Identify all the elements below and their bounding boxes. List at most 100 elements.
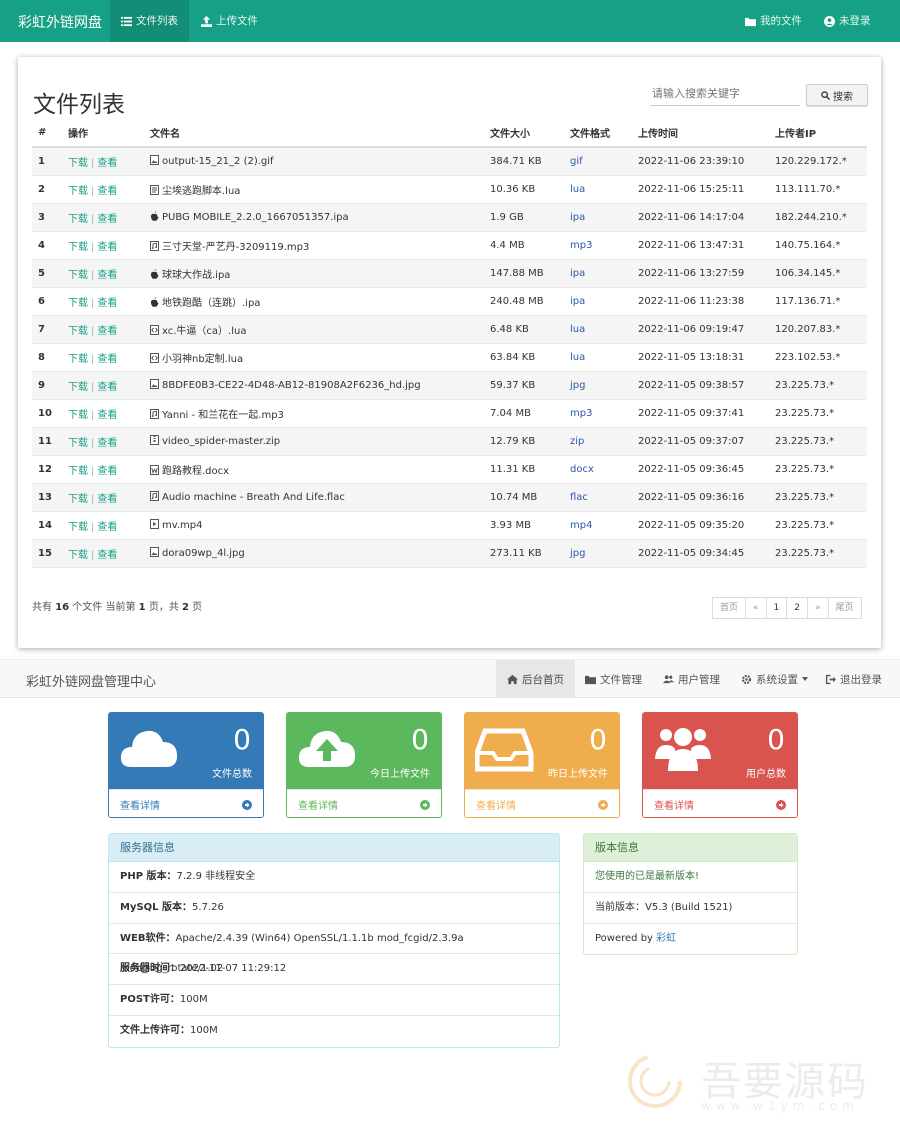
nav-file-list[interactable]: 文件列表 (110, 0, 189, 42)
row-format[interactable]: zip (564, 427, 632, 456)
download-link[interactable]: 下载 (68, 410, 88, 421)
row-format[interactable]: mp4 (564, 511, 632, 540)
download-link[interactable]: 下载 (68, 466, 88, 477)
admin-nav-files-label: 文件管理 (600, 673, 642, 686)
row-actions: 下载 | 查看 (62, 427, 144, 456)
row-format[interactable]: ipa (564, 259, 632, 288)
view-link[interactable]: 查看 (97, 410, 117, 421)
row-format[interactable]: lua (564, 343, 632, 372)
row-format[interactable]: ipa (564, 287, 632, 316)
apple-icon (150, 211, 159, 221)
row-filename: output-15_21_2 (2).gif (144, 147, 484, 176)
view-link[interactable]: 查看 (97, 242, 117, 253)
table-row: 13 下载 | 查看 Audio machine - Breath And Life.f… (32, 483, 867, 512)
search-button-label: 搜索 (833, 91, 853, 103)
view-link[interactable]: 查看 (97, 466, 117, 477)
row-format[interactable]: jpg (564, 539, 632, 568)
table-row: 11 下载 | 查看 video_spider-master.zip 12.79 KB zi… (32, 427, 867, 456)
admin-nav-logout[interactable]: 退出登录 (814, 660, 893, 698)
col-filesize: 文件大小 (484, 119, 564, 148)
view-link[interactable]: 查看 (97, 550, 117, 561)
row-format[interactable]: ipa (564, 203, 632, 232)
view-link[interactable]: 查看 (97, 214, 117, 225)
download-link[interactable]: 下载 (68, 158, 88, 169)
action-separator: | (91, 213, 95, 225)
view-link[interactable]: 查看 (97, 270, 117, 281)
download-link[interactable]: 下载 (68, 270, 88, 281)
action-separator: | (91, 297, 95, 309)
admin-brand[interactable]: 彩虹外链网盘管理中心 (26, 671, 156, 690)
pager-next[interactable]: » (807, 597, 829, 619)
row-format[interactable]: mp3 (564, 231, 632, 260)
view-link[interactable]: 查看 (97, 158, 117, 169)
server-info-row: POST许可：100M (109, 985, 559, 1016)
row-index: 14 (32, 511, 62, 540)
download-link[interactable]: 下载 (68, 214, 88, 225)
download-link[interactable]: 下载 (68, 298, 88, 309)
row-format[interactable]: flac (564, 483, 632, 512)
logout-icon (825, 674, 836, 684)
row-format[interactable]: docx (564, 455, 632, 484)
row-filename: dora09wp_4l.jpg (144, 539, 484, 568)
stat-detail-link[interactable]: 查看详情 (465, 789, 619, 817)
powered-by-link[interactable]: 彩虹 (656, 933, 676, 944)
download-link[interactable]: 下载 (68, 550, 88, 561)
download-link[interactable]: 下载 (68, 494, 88, 505)
admin-nav-home[interactable]: 后台首页 (496, 660, 575, 698)
download-link[interactable]: 下载 (68, 354, 88, 365)
download-link[interactable]: 下载 (68, 242, 88, 253)
view-link[interactable]: 查看 (97, 382, 117, 393)
download-link[interactable]: 下载 (68, 326, 88, 337)
row-format[interactable]: jpg (564, 371, 632, 400)
table-row: 2 下载 | 查看 尘埃逃跑脚本.lua 10.36 KB lua 2022-11-06 15… (32, 175, 867, 204)
row-format[interactable]: lua (564, 175, 632, 204)
nav-my-files[interactable]: 我的文件 (734, 0, 813, 42)
pager-last[interactable]: 尾页 (827, 597, 862, 619)
row-format[interactable]: gif (564, 147, 632, 176)
info-label: WEB软件： (120, 932, 176, 944)
stat-card-header: 0 用户总数 (643, 713, 797, 789)
table-row: 4 下载 | 查看 三寸天堂-严艺丹-3209119.mp3 4.4 MB mp3 2022-… (32, 231, 867, 260)
filename-text: 球球大作战.ipa (162, 269, 231, 281)
row-format[interactable]: mp3 (564, 399, 632, 428)
version-status: 您使用的已是最新版本! (584, 862, 797, 893)
stat-detail-label: 查看详情 (298, 801, 338, 812)
summary-total: 16 (55, 602, 70, 613)
download-link[interactable]: 下载 (68, 186, 88, 197)
row-filesize: 10.74 MB (484, 483, 564, 512)
version-current: 当前版本：V5.3 (Build 1521) (584, 893, 797, 924)
stat-count: 0 (589, 723, 607, 756)
row-format[interactable]: lua (564, 315, 632, 344)
filename-text: xc.牛逼（ca）.lua (162, 325, 247, 337)
admin-nav-users[interactable]: 用户管理 (652, 660, 731, 698)
pager-page-1[interactable]: 1 (765, 597, 788, 619)
nav-login-status[interactable]: 未登录 (813, 0, 882, 42)
row-filesize: 147.88 MB (484, 259, 564, 288)
version-info-title: 版本信息 (584, 834, 797, 862)
download-link[interactable]: 下载 (68, 522, 88, 533)
pager-page-2[interactable]: 2 (786, 597, 808, 619)
pager-first[interactable]: 首页 (712, 597, 747, 619)
view-link[interactable]: 查看 (97, 494, 117, 505)
stat-detail-link[interactable]: 查看详情 (287, 789, 441, 817)
download-link[interactable]: 下载 (68, 382, 88, 393)
admin-nav-settings[interactable]: 系统设置 (730, 660, 819, 698)
file-list-panel: 文件列表 搜索 # 操作 文件名 文件大小 文件格式 上传时间 上传者IP 1下… (18, 57, 881, 648)
navbar-brand[interactable]: 彩虹外链网盘 (18, 12, 102, 32)
view-link[interactable]: 查看 (97, 438, 117, 449)
pager-prev[interactable]: « (745, 597, 767, 619)
row-upload-time: 2022-11-06 13:47:31 (632, 231, 769, 260)
view-link[interactable]: 查看 (97, 354, 117, 365)
stat-detail-link[interactable]: 查看详情 (109, 789, 263, 817)
admin-nav-files[interactable]: 文件管理 (574, 660, 653, 698)
view-link[interactable]: 查看 (97, 298, 117, 309)
filename-text: Audio machine - Breath And Life.flac (162, 492, 345, 503)
nav-upload-file[interactable]: 上传文件 (190, 0, 269, 42)
stat-detail-link[interactable]: 查看详情 (643, 789, 797, 817)
view-link[interactable]: 查看 (97, 522, 117, 533)
view-link[interactable]: 查看 (97, 186, 117, 197)
search-input[interactable] (650, 82, 800, 106)
download-link[interactable]: 下载 (68, 438, 88, 449)
view-link[interactable]: 查看 (97, 326, 117, 337)
search-button[interactable]: 搜索 (806, 84, 868, 106)
